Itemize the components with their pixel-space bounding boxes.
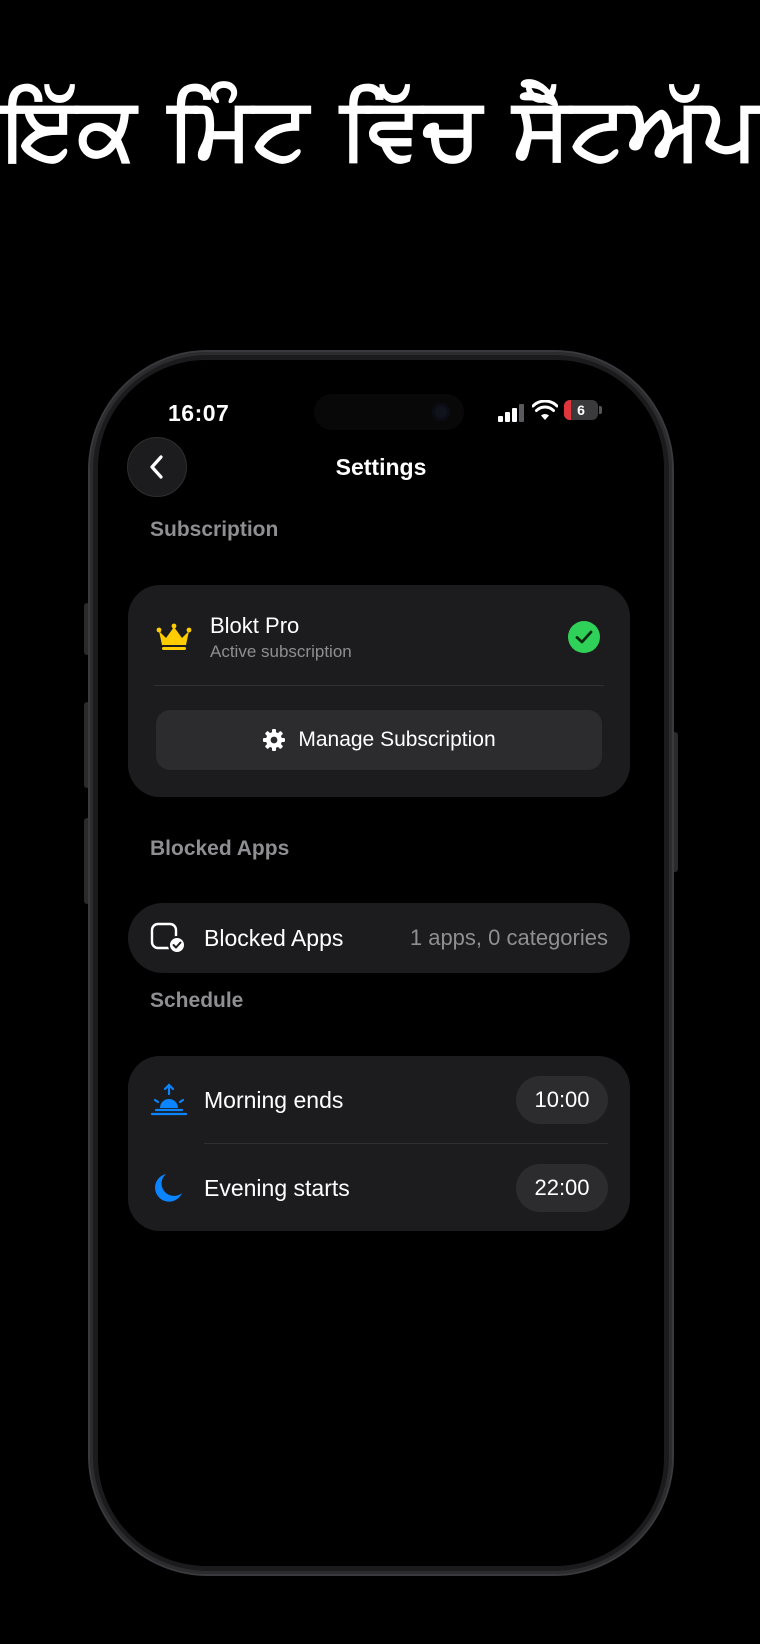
dynamic-island [314,394,464,430]
front-camera [432,403,450,421]
moon-icon [155,1174,182,1202]
section-label-schedule: Schedule [150,989,244,1012]
schedule-row-evening[interactable]: Evening starts 22:00 [128,1144,630,1232]
plan-status: Active subscription [210,642,352,661]
schedule-row-morning[interactable]: Morning ends 10:00 [128,1056,630,1144]
app-blocked-icon [150,922,186,954]
gear-icon [263,729,286,751]
checkmark-circle-icon [568,621,600,653]
manage-subscription-label: Manage Subscription [298,728,496,751]
section-label-blocked-apps: Blocked Apps [150,837,290,860]
schedule-card: Morning ends 10:00 Evening starts 22:00 [128,1056,630,1231]
time-picker-evening[interactable]: 22:00 [516,1164,608,1212]
promo-headline: ਇੱਕ ਮਿੰਟ ਵਿੱਚ ਸੈੱਟਅੱਪ [1,79,759,179]
blocked-apps-count: 1 apps, 0 categories [409,925,608,950]
phone-power-button [672,732,678,872]
battery-cap [599,406,602,414]
phone-screen: 16:07 6 Settings Subscription Blokt Pro … [98,360,664,1566]
page-title: Settings [335,454,427,480]
battery-icon: 6 [564,400,598,420]
blocked-apps-row[interactable]: Blocked Apps 1 apps, 0 categories [128,903,630,973]
card-divider [154,685,604,686]
schedule-label: Evening starts [204,1174,350,1201]
time-picker-morning[interactable]: 10:00 [516,1076,608,1124]
schedule-label: Morning ends [204,1086,344,1113]
section-label-subscription: Subscription [150,518,279,541]
blocked-apps-label: Blocked Apps [204,924,344,951]
battery-level: 6 [577,402,585,418]
status-time: 16:07 [168,400,230,426]
phone-frame: 16:07 6 Settings Subscription Blokt Pro … [90,352,672,1574]
cellular-signal-icon [498,404,526,422]
subscription-card: Blokt Pro Active subscription Manage Sub… [128,585,630,797]
crown-icon [156,623,192,650]
sunrise-icon [150,1083,188,1116]
manage-subscription-button[interactable]: Manage Subscription [156,710,602,770]
plan-name: Blokt Pro [210,613,300,638]
wifi-icon [532,400,558,420]
